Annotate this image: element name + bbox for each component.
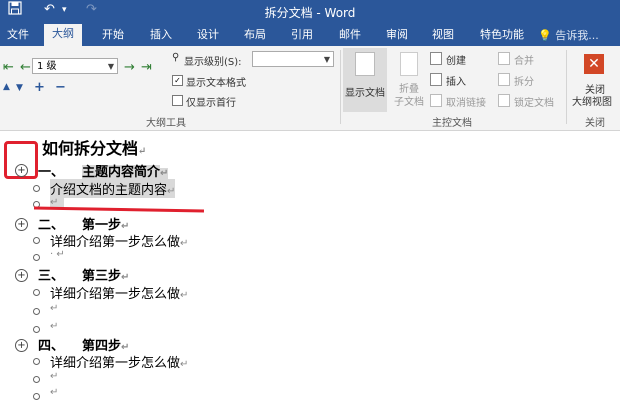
move-up-icon[interactable]: ▲: [3, 82, 10, 92]
outline-tools-group-label: 大纲工具: [146, 118, 186, 129]
empty-paragraph-mark: ↵: [50, 303, 59, 314]
outline-level-value: 1 级: [37, 61, 57, 72]
show-document-label: 显示文档: [345, 88, 385, 99]
chevron-down-icon: ▼: [107, 62, 114, 71]
body-bullet: [33, 254, 40, 261]
tell-me-box[interactable]: 💡 告诉我...: [538, 27, 599, 43]
ribbon-tabs: 文件 大纲 开始 插入 设计 布局 引用 邮件 审阅 视图 特色功能 💡 告诉我…: [0, 22, 620, 46]
lock-document-button[interactable]: 锁定文档: [514, 94, 554, 109]
move-down-icon[interactable]: ▼: [16, 83, 23, 93]
tab-home[interactable]: 开始: [102, 26, 124, 42]
split-icon: [498, 73, 510, 86]
expand-heading4-icon[interactable]: +: [15, 339, 28, 352]
outline-level-select[interactable]: 1 级 ▼: [32, 58, 118, 74]
body-text-1: 介绍文档的主题内容↵: [50, 179, 176, 198]
document-icon: [355, 52, 375, 76]
body-bullet: [33, 237, 40, 244]
body-text-2: 详细介绍第一步怎么做↵: [50, 235, 189, 250]
create-icon: [430, 52, 442, 65]
close-icon: ✕: [584, 54, 604, 74]
tell-me-label: 告诉我...: [555, 29, 599, 42]
tab-design[interactable]: 设计: [197, 26, 219, 42]
body-bullet: [33, 185, 40, 192]
tab-file[interactable]: 文件: [7, 26, 29, 42]
collapse-subdocs-button[interactable]: 折叠 子文档: [392, 48, 426, 112]
body-bullet: [33, 289, 40, 296]
body-bullet: [33, 308, 40, 315]
document-title: 如何拆分文档↵: [42, 139, 147, 158]
empty-paragraph-mark: · ↵: [50, 249, 65, 260]
split-button[interactable]: 拆分: [514, 73, 534, 88]
merge-button[interactable]: 合并: [514, 52, 534, 67]
body-bullet: [33, 393, 40, 400]
insert-icon: [430, 73, 442, 86]
unlink-icon: [430, 94, 442, 107]
tab-references[interactable]: 引用: [291, 26, 313, 42]
empty-paragraph-mark: ↵: [50, 387, 59, 398]
tab-insert[interactable]: 插入: [150, 26, 172, 42]
chevron-down-icon: ▼: [323, 55, 330, 64]
close-label-line2: 大纲视图: [572, 97, 612, 108]
body-text-3: 详细介绍第一步怎么做↵: [50, 287, 189, 302]
lightbulb-icon: 💡: [538, 29, 552, 42]
ribbon: ⇤ ← 1 级 ▼ → ⇥ ▲ ▼ + − ⚲ 显示级别(S): ▼ ✓ 显示文…: [0, 46, 620, 131]
empty-paragraph-mark: ↵: [50, 371, 59, 382]
show-level-select[interactable]: ▼: [252, 51, 334, 67]
title-bar: ↶ ▾ ↷ 拆分文档 - Word: [0, 0, 620, 22]
document-area[interactable]: 如何拆分文档↵ + 一、 主题内容简介↵ 介绍文档的主题内容↵ ↵ + 二、 第一步…: [0, 131, 620, 400]
divider: [566, 50, 567, 124]
master-doc-group-label: 主控文档: [432, 118, 472, 129]
tab-mailings[interactable]: 邮件: [339, 26, 361, 42]
tab-outline[interactable]: 大纲: [44, 24, 82, 46]
body-bullet: [33, 376, 40, 383]
tab-layout[interactable]: 布局: [244, 26, 266, 42]
unlink-button[interactable]: 取消链接: [446, 94, 486, 109]
merge-icon: [498, 52, 510, 65]
show-text-format-label: 显示文本格式: [186, 78, 246, 89]
show-level-label: 显示级别(S):: [184, 57, 242, 68]
divider: [340, 50, 341, 124]
heading-3: 三、 第三步↵: [38, 269, 130, 284]
collapse-subdocs-icon: [400, 52, 418, 76]
show-document-button[interactable]: 显示文档: [343, 48, 387, 112]
insert-button[interactable]: 插入: [446, 73, 466, 88]
expand-heading3-icon[interactable]: +: [15, 269, 28, 282]
collapse-label-line2: 子文档: [394, 97, 424, 108]
body-text-4: 详细介绍第一步怎么做↵: [50, 356, 189, 371]
empty-paragraph-mark: ↵: [50, 321, 59, 332]
tab-view[interactable]: 视图: [432, 26, 454, 42]
close-group-label: 关闭: [585, 118, 605, 129]
tab-special[interactable]: 特色功能: [480, 26, 524, 42]
heading-1: 一、 主题内容简介↵: [38, 165, 169, 180]
show-first-line-label: 仅显示首行: [186, 98, 236, 109]
close-outline-view-button[interactable]: ✕ 关闭 大纲视图: [569, 50, 619, 112]
body-bullet: [33, 326, 40, 333]
show-text-format-checkbox[interactable]: ✓: [172, 75, 183, 86]
collapse-icon[interactable]: −: [55, 80, 66, 95]
demote-icon[interactable]: →: [124, 60, 135, 75]
show-first-line-checkbox[interactable]: [172, 95, 183, 106]
lock-document-icon: [498, 94, 510, 107]
expand-icon[interactable]: +: [34, 80, 45, 95]
red-underline-mark: [33, 206, 205, 213]
demote-to-body-icon[interactable]: ⇥: [141, 60, 152, 75]
window-title: 拆分文档 - Word: [264, 6, 356, 20]
create-button[interactable]: 创建: [446, 52, 466, 67]
body-bullet: [33, 358, 40, 365]
expand-heading1-icon[interactable]: +: [15, 164, 28, 177]
promote-icon[interactable]: ←: [20, 60, 31, 75]
show-level-icon: ⚲: [172, 52, 180, 63]
tab-review[interactable]: 审阅: [386, 26, 408, 42]
expand-heading2-icon[interactable]: +: [15, 218, 28, 231]
promote-to-heading1-icon[interactable]: ⇤: [3, 60, 14, 75]
